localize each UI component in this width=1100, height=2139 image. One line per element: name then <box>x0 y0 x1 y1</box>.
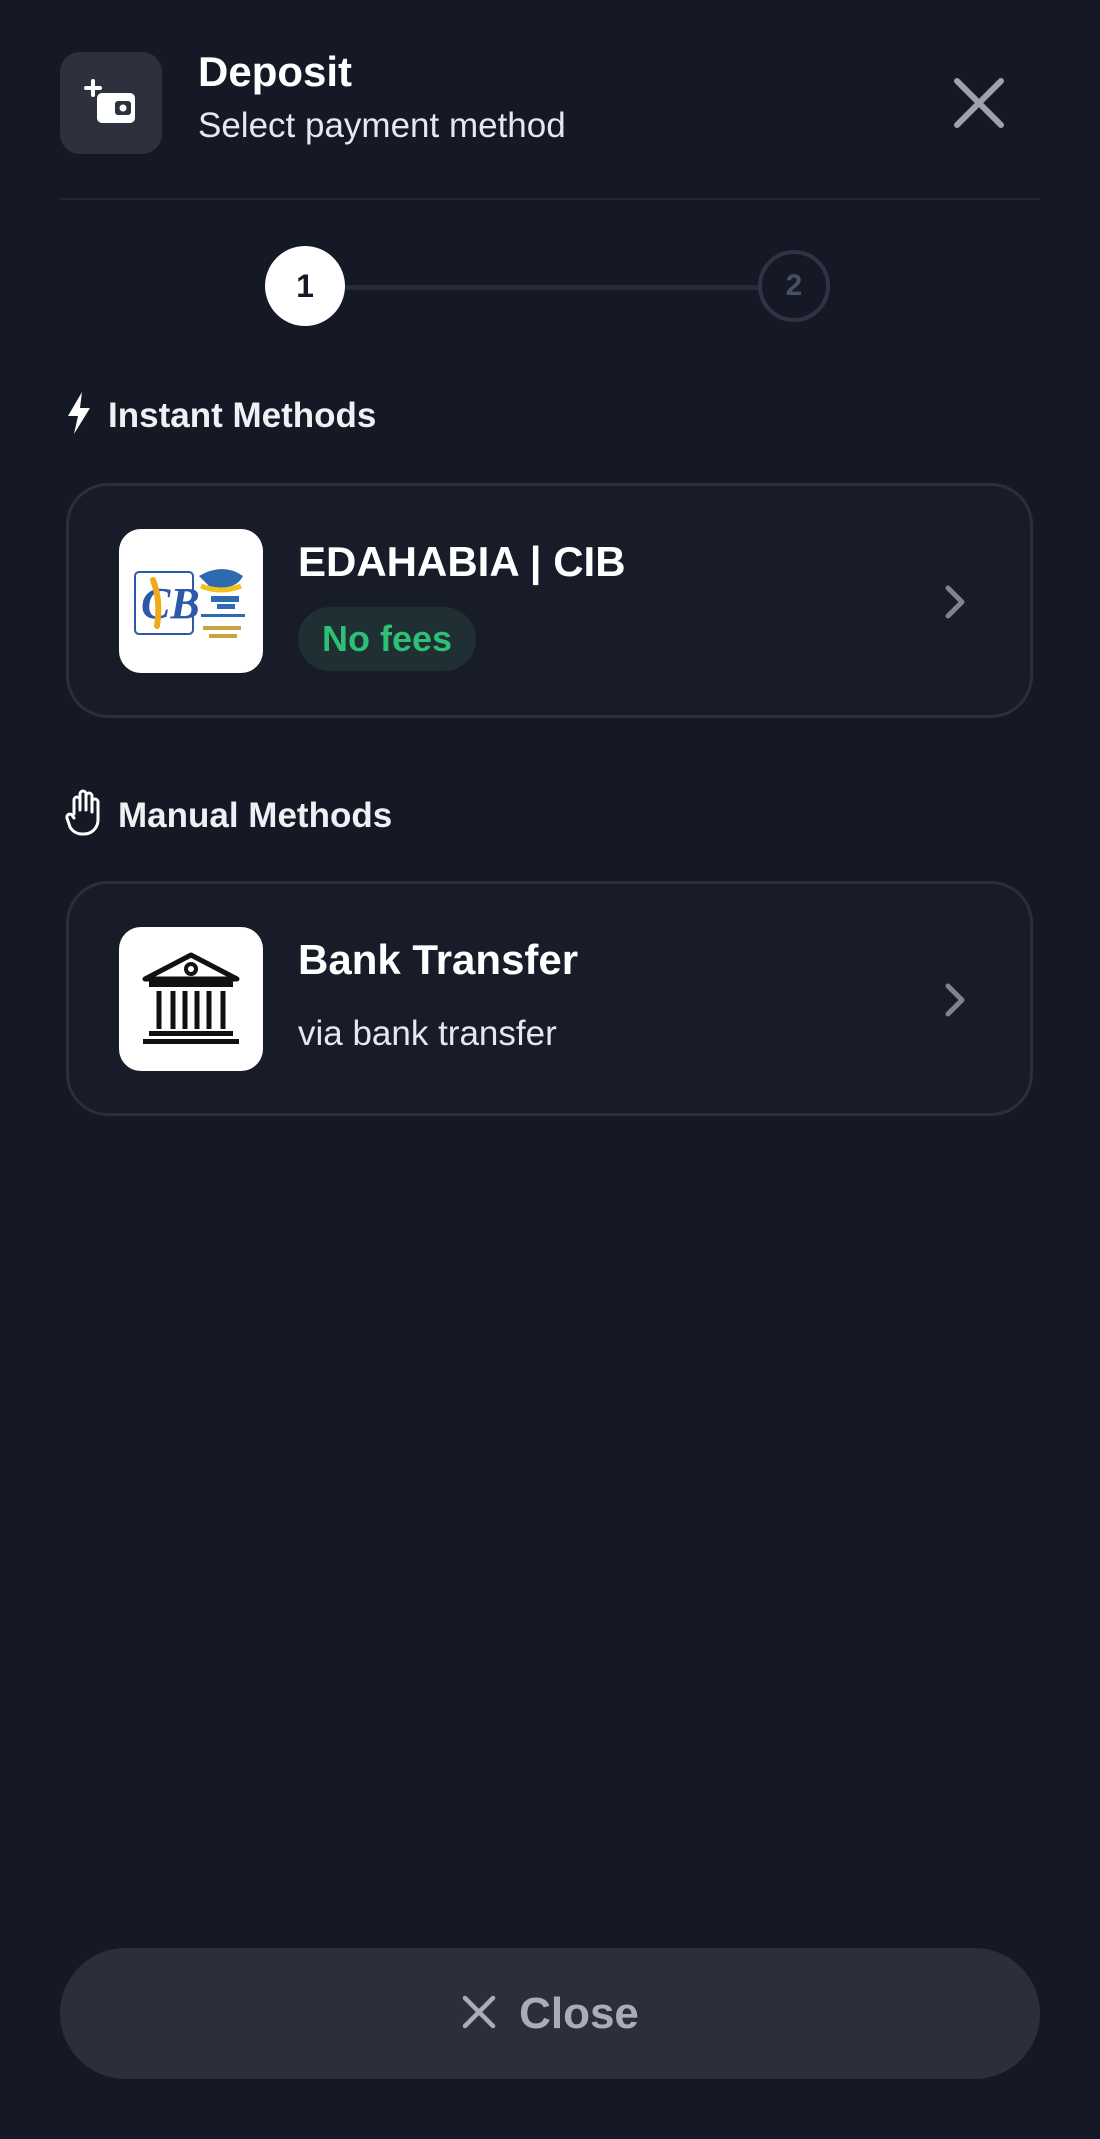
close-icon <box>461 1994 497 2033</box>
page-subtitle: Select payment method <box>198 106 566 145</box>
fee-badge: No fees <box>298 607 477 671</box>
section-label: Manual Methods <box>118 795 393 835</box>
edahabia-cib-logo: CB <box>119 529 263 673</box>
method-title: Bank Transfer <box>298 936 579 983</box>
header-divider <box>60 198 1040 200</box>
method-card-edahabia-cib[interactable]: CB EDAHABIA | CIB No fees <box>66 483 1033 718</box>
close-button-label: Close <box>519 1988 639 2038</box>
lightning-icon <box>64 390 94 441</box>
section-label: Instant Methods <box>108 395 377 435</box>
close-icon[interactable] <box>948 72 1010 134</box>
step-1: 1 <box>265 246 345 326</box>
chevron-right-icon <box>935 582 975 622</box>
hand-icon <box>64 788 104 843</box>
method-card-bank-transfer[interactable]: Bank Transfer via bank transfer <box>66 881 1033 1116</box>
bank-icon <box>119 927 263 1071</box>
svg-text:CB: CB <box>141 579 200 628</box>
wallet-plus-icon <box>60 52 162 154</box>
section-manual-methods: Manual Methods <box>64 788 392 843</box>
step-2: 2 <box>758 250 830 322</box>
stepper-line <box>343 285 760 290</box>
method-subtitle: via bank transfer <box>298 1014 557 1053</box>
section-instant-methods: Instant Methods <box>64 390 376 441</box>
method-title: EDAHABIA | CIB <box>298 538 626 585</box>
page-title: Deposit <box>198 48 353 95</box>
close-button[interactable]: Close <box>60 1948 1040 2079</box>
chevron-right-icon <box>935 980 975 1020</box>
deposit-modal: Deposit Select payment method 1 2 Instan… <box>0 0 1100 2139</box>
